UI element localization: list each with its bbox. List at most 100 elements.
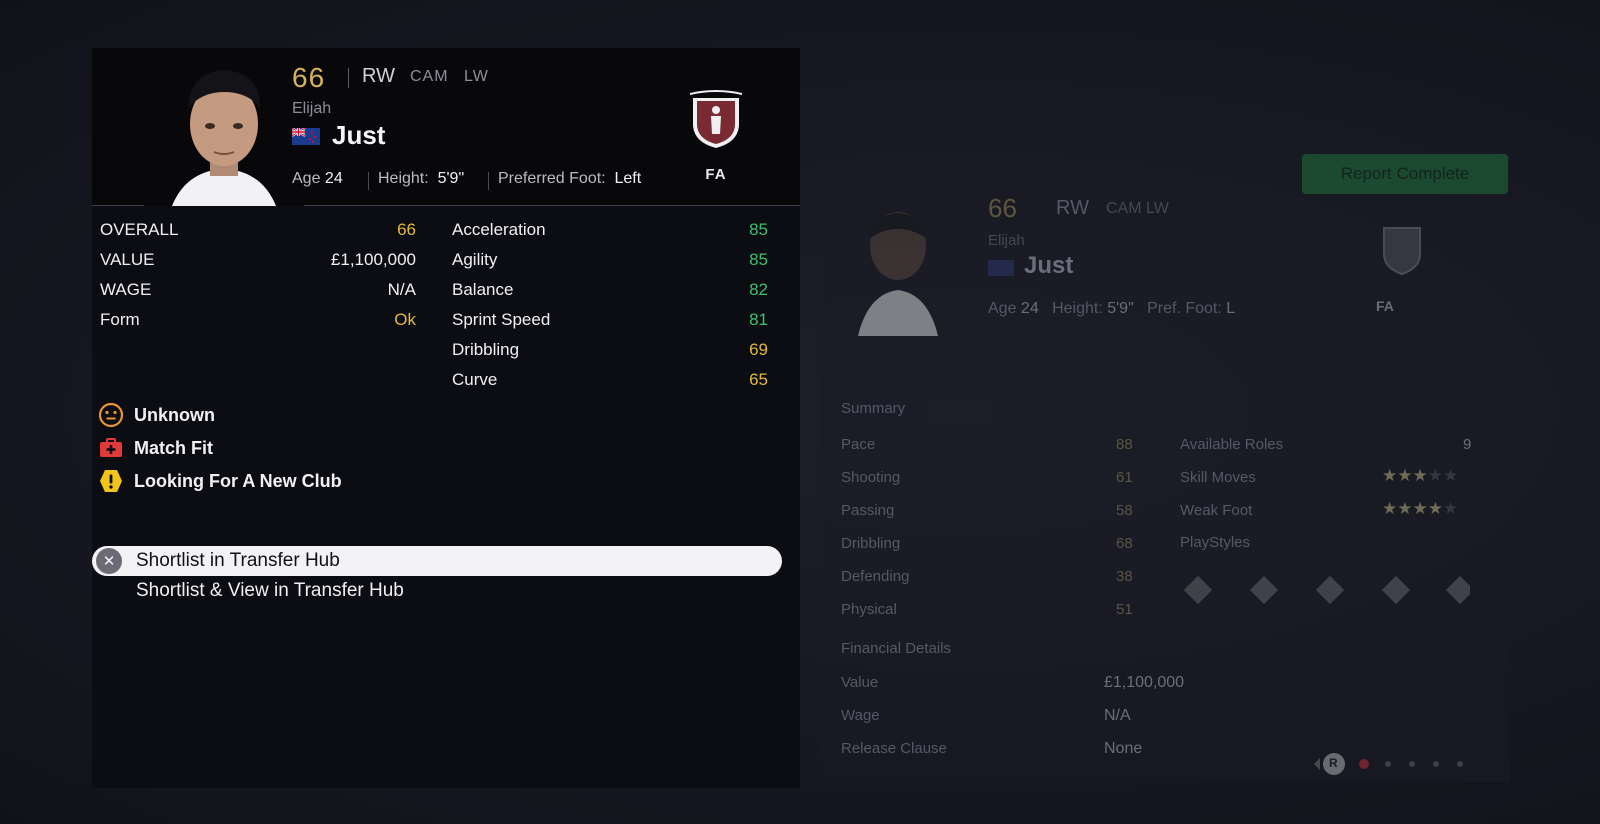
report-skill-label: Skill Moves (1180, 469, 1256, 486)
report-last-name: Just (1024, 252, 1074, 279)
report-club-label: FA (1376, 298, 1394, 314)
attribute-value: 69 (749, 340, 768, 359)
report-financial-value: N/A (1104, 707, 1131, 724)
attribute-value: 85 (749, 250, 768, 269)
warning-icon (98, 468, 124, 494)
attribute-value: 85 (749, 220, 768, 239)
report-pager-button[interactable]: R (1329, 756, 1338, 770)
star-icon: ★ (1443, 466, 1459, 485)
medical-kit-icon (98, 435, 124, 461)
stat-value: N/A (387, 280, 416, 299)
star-icon: ★ (1382, 466, 1398, 485)
report-financial-title: Financial Details (841, 640, 952, 657)
report-skill-stars: ★★★★★ (1382, 466, 1458, 486)
nationality-flag-icon (292, 128, 320, 145)
report-bio: Age 24 Height: 5'9" Pref. Foot: L (988, 300, 1236, 317)
status-label: Looking For A New Club (134, 470, 342, 491)
star-icon: ★ (1427, 499, 1443, 518)
player-first-name: Elijah (292, 100, 332, 117)
report-overall: 66 (988, 193, 1017, 223)
star-icon: ★ (1397, 499, 1413, 518)
player-alt-position: CAM (410, 68, 449, 85)
report-summary-title: Summary (841, 400, 906, 417)
stat-label: Form (100, 310, 140, 329)
stat-label: VALUE (100, 250, 155, 269)
attribute-label: Sprint Speed (452, 310, 551, 329)
report-summary-label: Physical (841, 601, 897, 618)
report-portrait (848, 198, 948, 336)
menu-item-shortlist[interactable]: ✕ Shortlist in Transfer Hub (92, 546, 782, 576)
attribute-value: 65 (749, 370, 768, 389)
stat-value: 66 (397, 220, 416, 239)
report-summary-value: 61 (1116, 469, 1133, 486)
star-icon: ★ (1443, 499, 1459, 518)
x-button-icon: ✕ (96, 548, 122, 574)
player-height: Height: 5'9" (378, 170, 465, 187)
report-summary-label: Passing (841, 502, 895, 519)
attribute-label: Balance (452, 280, 514, 299)
status-item: Unknown (98, 401, 215, 429)
star-icon: ★ (1397, 466, 1413, 485)
club-badge-icon (689, 90, 743, 150)
report-summary-value: 88 (1116, 436, 1133, 453)
report-summary-label: Dribbling (841, 535, 901, 552)
status-label: Match Fit (134, 437, 213, 458)
face-neutral-icon (98, 402, 124, 428)
player-header: 66 RW CAM LW Elijah Just Age 24 Height: … (92, 48, 800, 206)
report-summary-label: Defending (841, 568, 910, 585)
attribute-label: Curve (452, 370, 498, 389)
player-alt-position: LW (464, 68, 489, 85)
club-label: FA (705, 166, 727, 183)
report-playstyles-label: PlayStyles (1180, 534, 1251, 551)
star-icon: ★ (1382, 499, 1398, 518)
report-financial-label: Wage (841, 707, 880, 724)
player-overall-rating: 66 (292, 62, 326, 93)
status-label: Unknown (134, 404, 215, 425)
report-complete-badge: Report Complete (1302, 154, 1508, 194)
divider (348, 68, 349, 88)
report-summary-value: 68 (1116, 535, 1133, 552)
player-portrait (144, 58, 304, 206)
report-first-name: Elijah (988, 232, 1025, 249)
star-icon: ★ (1412, 466, 1428, 485)
player-quick-view-card: 66 RW CAM LW Elijah Just Age 24 Height: … (92, 48, 800, 788)
report-club-badge-icon (1380, 224, 1424, 276)
report-summary-value: 51 (1116, 601, 1133, 618)
divider (488, 172, 489, 190)
star-icon: ★ (1427, 466, 1443, 485)
attribute-value: 81 (749, 310, 768, 329)
divider (368, 172, 369, 190)
report-summary-label: Shooting (841, 469, 901, 486)
status-item: Looking For A New Club (98, 467, 342, 495)
stat-label: WAGE (100, 280, 152, 299)
player-last-name: Just (332, 120, 386, 150)
report-financial-label: Value (841, 674, 879, 691)
player-age: Age 24 (292, 170, 343, 187)
report-summary-value: 58 (1116, 502, 1133, 519)
report-financial-label: Release Clause (841, 740, 947, 757)
report-weak-foot-label: Weak Foot (1180, 502, 1253, 519)
report-roles-label: Available Roles (1180, 436, 1284, 453)
report-pager: R (1310, 752, 1486, 781)
report-summary-value: 38 (1116, 568, 1133, 585)
player-primary-position: RW (362, 65, 395, 87)
report-weak-foot-stars: ★★★★★ (1382, 499, 1458, 519)
report-roles-value: 9 (1463, 436, 1472, 453)
player-preferred-foot: Preferred Foot: Left (498, 170, 642, 187)
attribute-label: Dribbling (452, 340, 520, 359)
attribute-value: 82 (749, 280, 768, 299)
menu-item-label: Shortlist in Transfer Hub (136, 550, 340, 571)
menu-item-label: Shortlist & View in Transfer Hub (136, 580, 404, 601)
stat-value: Ok (394, 310, 416, 329)
report-position-alt: CAM LW (1106, 200, 1169, 217)
stat-label: OVERALL (100, 220, 179, 239)
star-icon: ★ (1412, 499, 1428, 518)
stat-value: £1,100,000 (330, 250, 416, 269)
report-financial-value: None (1104, 740, 1143, 757)
menu-item-shortlist-and-view[interactable]: Shortlist & View in Transfer Hub (92, 576, 782, 606)
attribute-label: Acceleration (452, 220, 546, 239)
attribute-label: Agility (452, 250, 498, 269)
report-summary-label: Pace (841, 436, 876, 453)
report-playstyle-icons (1180, 572, 1475, 613)
report-flag-icon (988, 260, 1014, 276)
